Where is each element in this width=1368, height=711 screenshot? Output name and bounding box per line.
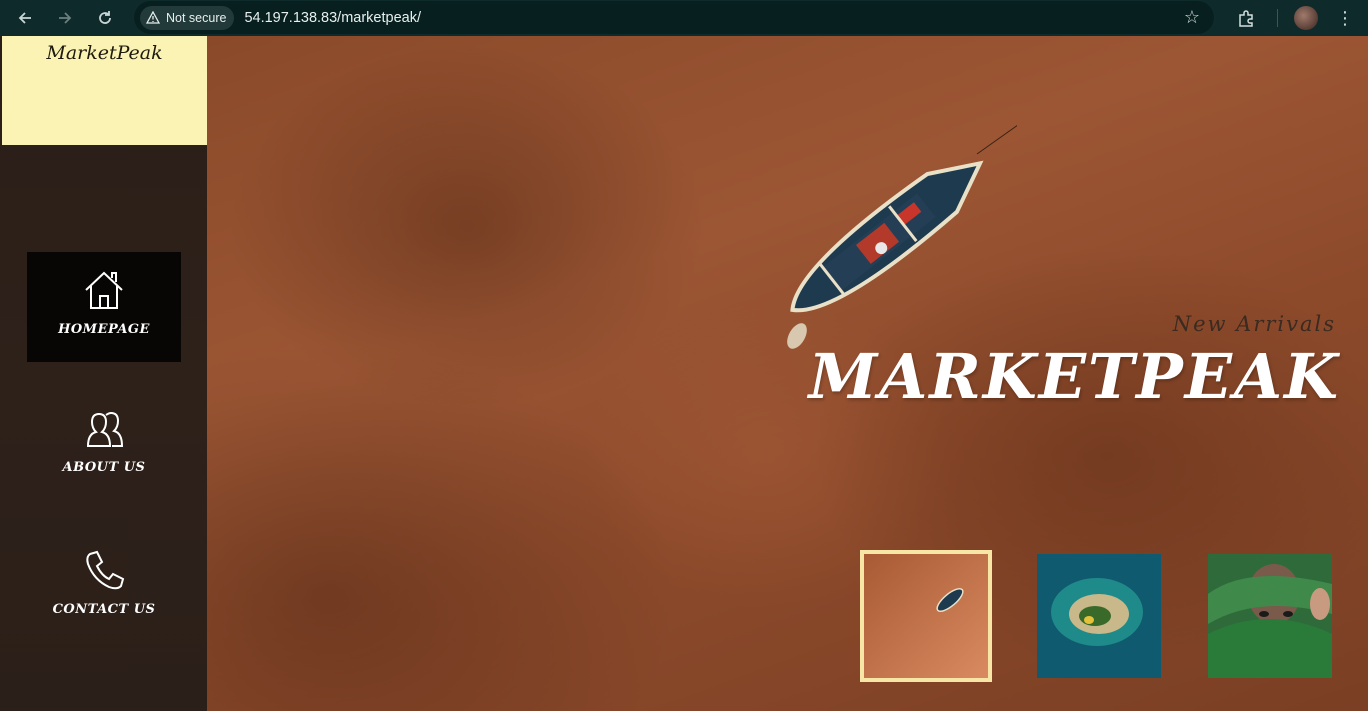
extensions-icon[interactable]	[1233, 5, 1259, 31]
phone-icon	[86, 550, 125, 590]
site-logo: MarketPeak	[46, 42, 163, 64]
reload-button[interactable]	[92, 5, 118, 31]
nav-contact-us-label: CONTACT US	[52, 602, 156, 617]
arrow-left-icon	[18, 12, 31, 24]
hero-banner: New Arrivals MARKETPEAK	[207, 36, 1368, 711]
nav-contact-us[interactable]: CONTACT US	[27, 532, 181, 642]
back-button[interactable]	[12, 5, 38, 31]
leaf-portrait-thumbnail-image	[1208, 554, 1332, 678]
toolbar-right: ⋮	[1233, 0, 1368, 36]
security-chip[interactable]: Not secure	[140, 5, 235, 30]
bookmark-star-icon[interactable]: ☆	[1184, 7, 1200, 28]
url-text[interactable]: 54.197.138.83/marketpeak/	[244, 10, 421, 26]
nav-homepage[interactable]: HOMEPAGE	[27, 252, 181, 362]
webpage: New Arrivals MARKETPEAK MarketPeak HOMEP…	[0, 36, 1368, 711]
thumbnail-island[interactable]	[1037, 554, 1161, 678]
address-bar[interactable]: Not secure 54.197.138.83/marketpeak/ ☆	[134, 1, 1214, 34]
boat-image	[787, 125, 1017, 349]
reload-icon	[99, 11, 111, 24]
users-icon	[86, 411, 124, 447]
island-thumbnail-image	[1037, 554, 1161, 678]
hero-headline: MARKETPEAK	[808, 340, 1340, 413]
thumbnail-boat[interactable]	[860, 550, 992, 682]
arrow-right-icon	[59, 12, 72, 24]
toolbar-separator	[1277, 9, 1278, 27]
warning-icon	[146, 10, 160, 24]
nav-homepage-label: HOMEPAGE	[58, 322, 150, 337]
sidebar: MarketPeak HOMEPAGE ABOUT US CONTACT US	[0, 36, 207, 711]
thumbnail-leaf-portrait[interactable]	[1208, 554, 1332, 678]
nav-about-us[interactable]: ABOUT US	[27, 390, 181, 500]
profile-avatar[interactable]	[1294, 6, 1318, 30]
hero-tagline: New Arrivals	[1172, 312, 1336, 336]
menu-kebab-icon[interactable]: ⋮	[1336, 8, 1354, 29]
boat-thumbnail-image	[864, 554, 988, 678]
browser-toolbar: Not secure 54.197.138.83/marketpeak/ ☆ ⋮	[0, 0, 1368, 36]
home-icon	[85, 271, 123, 309]
nav-about-us-label: ABOUT US	[62, 460, 146, 475]
security-label: Not secure	[166, 10, 227, 25]
forward-button[interactable]	[52, 5, 78, 31]
logo-box[interactable]: MarketPeak	[2, 36, 207, 145]
